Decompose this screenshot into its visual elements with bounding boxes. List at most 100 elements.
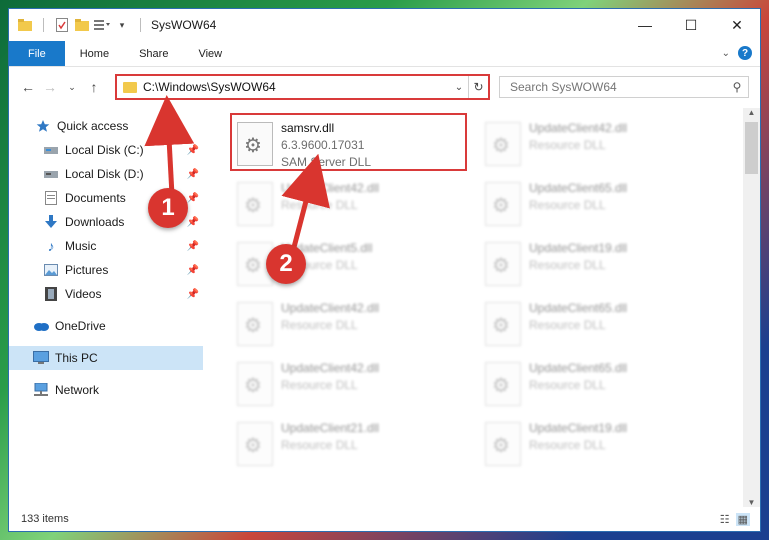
annotation-badge-2: 2 [266,244,306,284]
file-item[interactable]: ⚙ UpdateClient42.dll Resource DLL [233,356,463,412]
tab-share[interactable]: Share [124,41,183,66]
search-icon[interactable]: ⚲ [726,80,748,94]
file-description: Resource DLL [529,438,606,452]
dll-file-icon: ⚙ [485,182,521,226]
file-description: Resource DLL [281,438,358,452]
navigation-bar: ← → ⌄ ↑ C:\Windows\SysWOW64 ⌄ ↻ ⚲ [9,67,760,107]
sidebar-item-network[interactable]: Network [9,378,203,402]
dll-file-icon: ⚙ [485,362,521,406]
file-item[interactable]: ⚙ UpdateClient42.dll Resource DLL [233,176,463,232]
close-button[interactable]: ✕ [714,9,760,41]
file-item[interactable]: ⚙ UpdateClient19.dll Resource DLL [481,236,711,292]
sidebar-item-label: This PC [55,351,98,365]
sidebar-item-music[interactable]: ♪ Music 📌 [9,234,203,258]
file-description: Resource DLL [529,378,606,392]
sidebar-item-local-disk-d[interactable]: Local Disk (D:) 📌 [9,162,203,186]
pin-icon[interactable]: 📌 [187,193,199,204]
properties-icon[interactable] [54,17,70,33]
maximize-button[interactable]: ☐ [668,9,714,41]
up-arrow-icon[interactable]: ↑ [83,79,105,95]
tab-file[interactable]: File [9,41,65,66]
documents-icon [43,190,59,206]
address-bar[interactable]: C:\Windows\SysWOW64 ⌄ ↻ [115,74,490,100]
sidebar-item-label: Quick access [57,119,129,133]
scroll-down-icon[interactable]: ▼ [743,498,760,507]
large-icons-view-icon[interactable]: ▦ [735,512,750,526]
vertical-scrollbar[interactable]: ▲ ▼ [743,108,760,507]
drive-icon [43,142,59,158]
expand-ribbon-icon[interactable]: ⌄ [722,48,730,59]
tab-home[interactable]: Home [65,41,124,66]
file-description: Resource DLL [281,318,358,332]
sidebar-item-local-disk-c[interactable]: Local Disk (C:) 📌 [9,138,203,162]
minimize-button[interactable]: — [622,9,668,41]
star-icon [35,118,51,134]
title-bar: ▾ SysWOW64 — ☐ ✕ [9,9,760,41]
file-item[interactable]: ⚙ UpdateClient65.dll Resource DLL [481,296,711,352]
dll-file-icon: ⚙ [485,302,521,346]
pin-icon[interactable]: 📌 [187,241,199,252]
file-description: Resource DLL [529,138,606,152]
file-name: UpdateClient19.dll [529,241,628,255]
file-name: UpdateClient21.dll [281,421,380,435]
explorer-window: ▾ SysWOW64 — ☐ ✕ File Home Share View ⌄ … [8,8,761,532]
gear-icon: ⚙ [244,375,262,397]
sidebar-item-onedrive[interactable]: OneDrive [9,314,203,338]
file-item[interactable]: ⚙ UpdateClient42.dll Resource DLL [481,116,711,172]
file-item[interactable]: ⚙ UpdateClient21.dll Resource DLL [233,416,463,472]
file-item[interactable]: ⚙ UpdateClient19.dll Resource DLL [481,416,711,472]
search-box[interactable]: ⚲ [499,76,749,98]
file-description: Resource DLL [529,258,606,272]
pin-icon[interactable]: 📌 [187,217,199,228]
file-name: UpdateClient65.dll [529,361,628,375]
recent-locations-icon[interactable]: ⌄ [61,82,83,93]
pin-icon[interactable]: 📌 [187,289,199,300]
sidebar-item-label: OneDrive [55,319,106,333]
sidebar-item-label: Downloads [65,215,125,229]
file-name: UpdateClient42.dll [281,181,380,195]
forward-arrow-icon[interactable]: → [39,79,61,95]
tab-view[interactable]: View [183,41,237,66]
chevron-down-icon[interactable]: ⌄ [450,82,468,93]
sidebar-item-videos[interactable]: Videos 📌 [9,282,203,306]
sidebar-item-this-pc[interactable]: This PC [9,346,203,370]
sidebar-item-label: Music [65,239,97,253]
chevron-down-icon[interactable]: ▾ [114,17,130,33]
pin-icon[interactable]: 📌 [187,169,199,180]
scroll-thumb[interactable] [745,122,758,174]
file-item[interactable]: ⚙ UpdateClient65.dll Resource DLL [481,356,711,412]
new-folder-icon[interactable] [74,17,90,33]
quick-access-toolbar: ▾ SysWOW64 [17,17,216,33]
details-view-icon[interactable]: ☷ [720,513,730,526]
sidebar-item-quick-access[interactable]: Quick access [9,114,203,138]
sidebar-item-pictures[interactable]: Pictures 📌 [9,258,203,282]
file-name: UpdateClient65.dll [529,181,628,195]
status-bar: 133 items ☷ ▦ [9,507,760,531]
window-controls: — ☐ ✕ [622,9,760,41]
pin-icon[interactable]: 📌 [187,145,199,156]
separator [140,18,141,32]
file-name: UpdateClient19.dll [529,421,628,435]
file-item[interactable]: ⚙ UpdateClient65.dll Resource DLL [481,176,711,232]
dll-file-icon: ⚙ [485,122,521,166]
search-input[interactable] [510,80,726,94]
file-name: UpdateClient42.dll [281,301,380,315]
address-path[interactable]: C:\Windows\SysWOW64 [143,80,450,94]
back-arrow-icon[interactable]: ← [17,79,39,95]
pin-icon[interactable]: 📌 [187,265,199,276]
folder-icon [123,81,137,93]
dll-file-icon: ⚙ [485,242,521,286]
highlight-box [230,113,467,171]
refresh-icon[interactable]: ↻ [468,76,488,98]
sidebar-item-label: Documents [65,191,126,205]
help-icon[interactable]: ? [738,46,752,60]
file-item[interactable]: ⚙ UpdateClient42.dll Resource DLL [233,296,463,352]
file-name: UpdateClient42.dll [281,361,380,375]
gear-icon: ⚙ [492,435,510,457]
gear-icon: ⚙ [244,255,262,277]
customize-icon[interactable] [94,17,110,33]
scroll-up-icon[interactable]: ▲ [743,108,760,117]
